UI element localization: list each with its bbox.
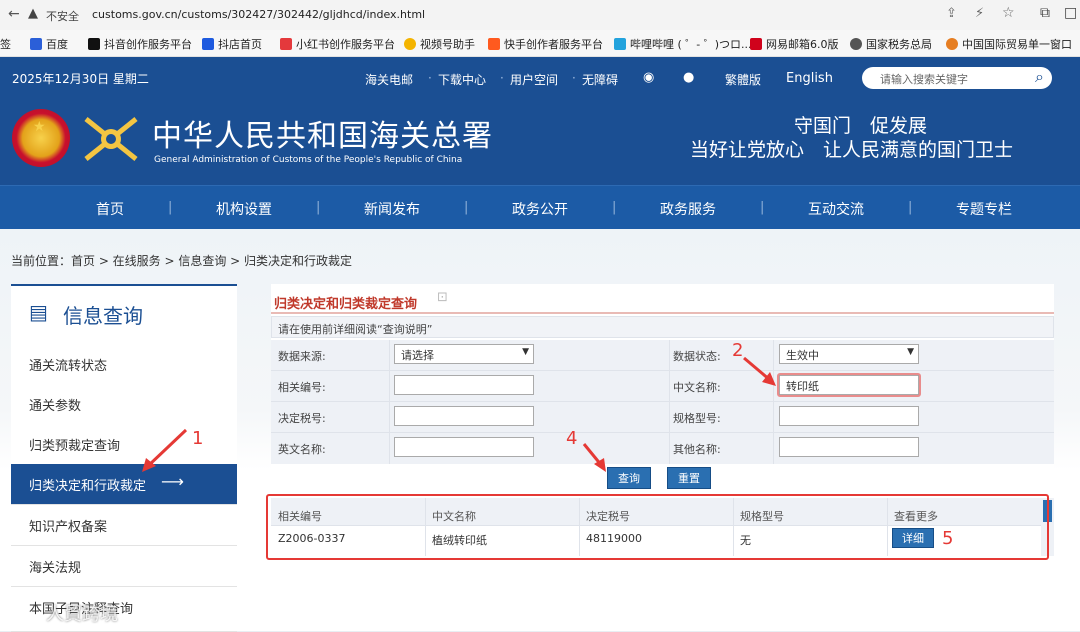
annotation-number-1: 1 (192, 428, 204, 449)
annotation-arrows (142, 356, 776, 472)
annotation-number-4: 4 (566, 428, 578, 449)
annotation-number-5: 5 (942, 528, 954, 549)
watermark: 人貿跨境 (46, 604, 118, 625)
annotation-number-2: 2 (732, 340, 744, 361)
